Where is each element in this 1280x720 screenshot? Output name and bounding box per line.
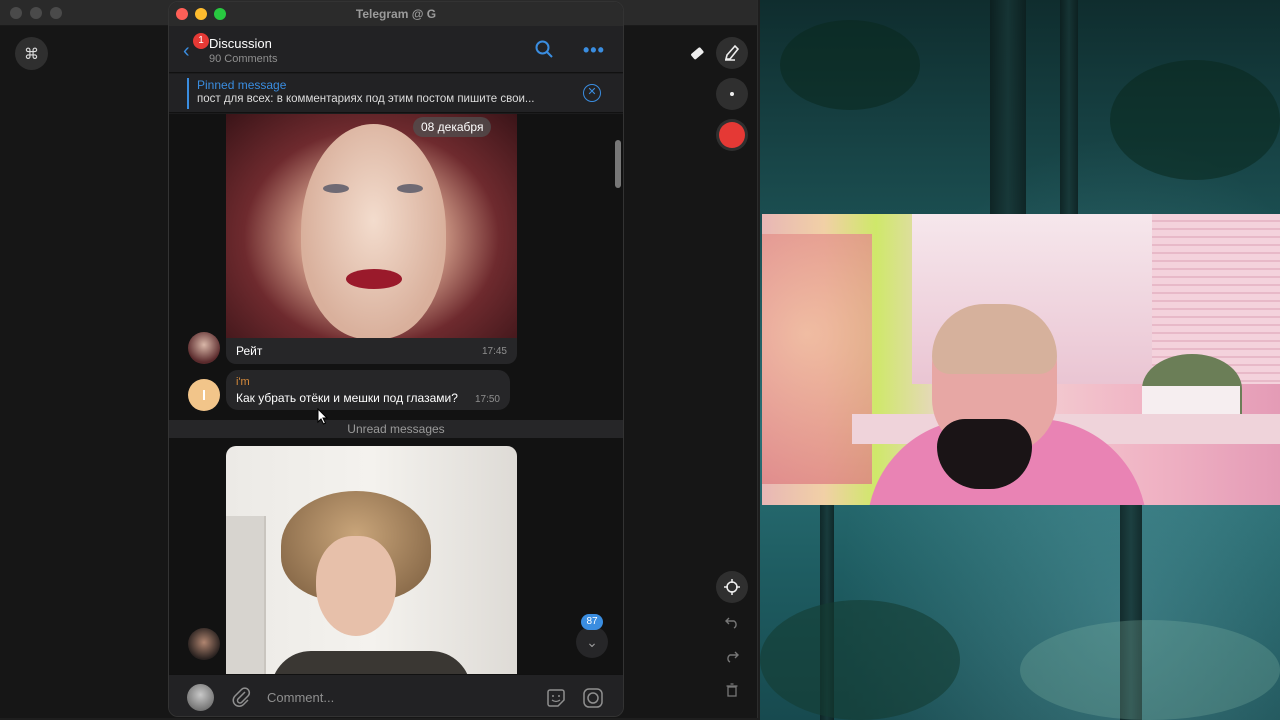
message-list[interactable]: 08 декабря Рейт 17:45 i'm Как убрать отё… — [169, 114, 623, 674]
message-photo[interactable] — [226, 446, 517, 674]
dot-icon[interactable] — [716, 78, 748, 110]
message-text: Как убрать отёки и мешки под глазами? — [236, 391, 458, 405]
command-icon[interactable]: ⌘ — [15, 37, 48, 70]
message-author: i'm — [236, 376, 250, 388]
sticker-icon[interactable] — [545, 687, 567, 714]
caption-text: Рейт — [236, 344, 263, 358]
avatar[interactable] — [188, 332, 220, 364]
back-icon[interactable]: ‹ — [183, 40, 190, 63]
chat-subtitle: 90 Comments — [209, 53, 278, 65]
scrollbar[interactable] — [615, 140, 621, 188]
unread-badge: 1 — [193, 33, 209, 49]
composer — [169, 674, 623, 716]
highlighter-icon[interactable] — [716, 37, 748, 69]
eraser-icon[interactable] — [681, 37, 713, 69]
scroll-down-count: 87 — [581, 614, 603, 630]
date-pill: 08 декабря — [413, 117, 492, 137]
avatar[interactable] — [188, 628, 220, 660]
trash-icon[interactable] — [716, 674, 748, 706]
chat-header: ‹ 1 Discussion 90 Comments ••• — [169, 26, 623, 73]
camera-icon[interactable] — [582, 687, 604, 714]
cursor-icon — [317, 408, 329, 425]
background-window-controls — [10, 7, 62, 19]
crosshair-icon[interactable] — [716, 571, 748, 603]
attach-icon[interactable] — [231, 686, 251, 713]
text-message[interactable]: i'm Как убрать отёки и мешки под глазами… — [226, 370, 510, 410]
redo-icon[interactable] — [716, 640, 748, 672]
pinned-label: Pinned message — [197, 78, 287, 92]
screen: { "telegram": { "window_title": "Telegra… — [0, 0, 1280, 720]
webcam-feed — [762, 214, 1280, 505]
telegram-window: Telegram @ G ‹ 1 Discussion 90 Comments … — [168, 1, 624, 717]
pinned-text: пост для всех: в комментариях под этим п… — [197, 93, 535, 105]
close-icon[interactable]: ✕ — [583, 84, 601, 102]
avatar[interactable] — [188, 379, 220, 411]
chevron-down-icon[interactable]: ⌄ — [576, 626, 608, 658]
comment-input[interactable] — [267, 685, 527, 709]
message-time: 17:50 — [474, 394, 500, 405]
photo-caption: Рейт 17:45 — [226, 338, 517, 364]
chat-title: Discussion — [209, 36, 272, 51]
pinned-message[interactable]: Pinned message пост для всех: в коммента… — [169, 74, 623, 113]
undo-icon[interactable] — [716, 606, 748, 638]
message-time: 17:45 — [481, 346, 507, 357]
record-icon[interactable] — [716, 119, 748, 151]
window-titlebar: Telegram @ G — [169, 2, 623, 26]
avatar[interactable] — [187, 684, 214, 711]
unread-divider: Unread messages — [169, 420, 623, 438]
window-title: Telegram @ G — [355, 7, 437, 21]
more-icon[interactable]: ••• — [583, 40, 605, 61]
message-photo[interactable]: 08 декабря — [226, 114, 517, 338]
pinned-bar — [187, 78, 189, 109]
search-icon[interactable] — [534, 39, 554, 64]
